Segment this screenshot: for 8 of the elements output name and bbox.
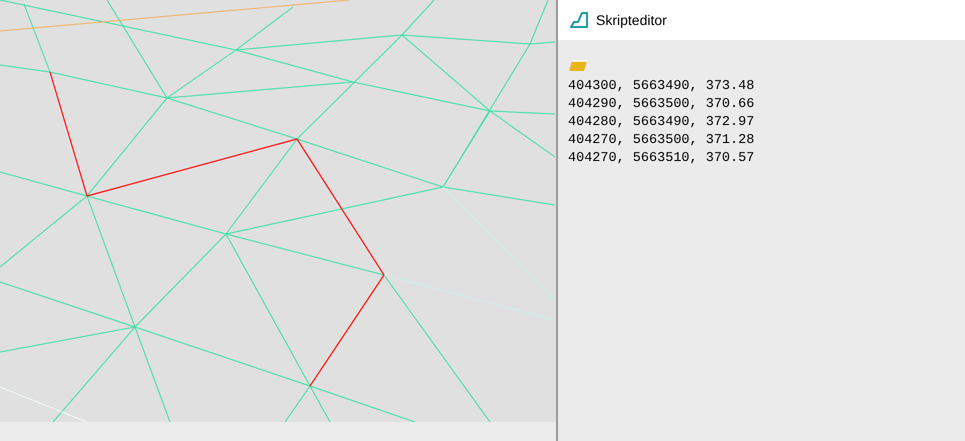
code-line: 404270, 5663500, 371.28 [568,132,756,150]
code-line: 404290, 5663500, 370.66 [568,96,756,114]
code-line: 404300, 5663490, 373.48 [568,78,756,96]
ruler-triangle-icon [570,12,588,28]
code-line: 404270, 5663510, 370.57 [568,150,756,168]
folder-icon [568,60,588,72]
window-title: Skripteditor [596,10,667,30]
code-line: 404280, 5663490, 372.97 [568,114,756,132]
